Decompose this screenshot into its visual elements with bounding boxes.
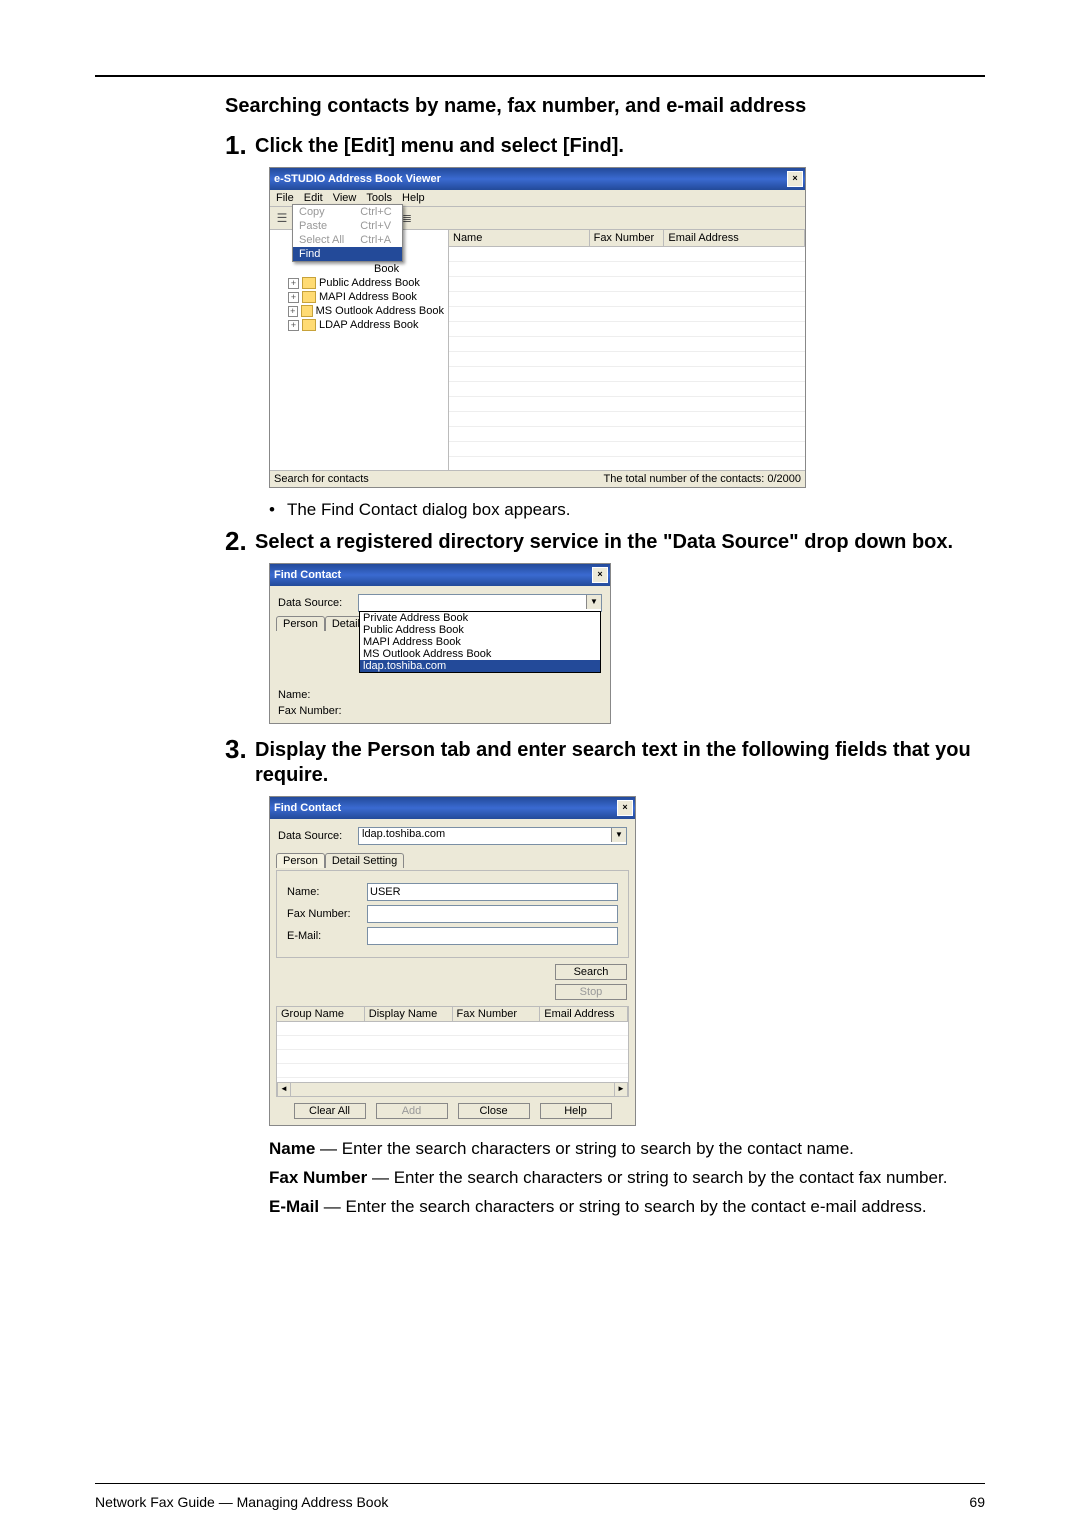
- tree-ldap[interactable]: LDAP Address Book: [319, 319, 418, 331]
- data-source-options[interactable]: Private Address Book Public Address Book…: [359, 611, 601, 673]
- step-1-number: 1.: [225, 132, 249, 158]
- fax-label: Fax Number:: [287, 908, 367, 920]
- def-name: Name — Enter the search characters or st…: [269, 1138, 985, 1161]
- data-source-label: Data Source:: [278, 597, 358, 609]
- footer-page-number: 69: [969, 1494, 985, 1510]
- tab-person[interactable]: Person: [276, 853, 325, 868]
- close-icon[interactable]: ×: [617, 800, 633, 816]
- addressbook-viewer-window: e-STUDIO Address Book Viewer × File Edit…: [269, 167, 806, 488]
- tree-msoutlook[interactable]: MS Outlook Address Book: [316, 305, 444, 317]
- def-email: E-Mail — Enter the search characters or …: [269, 1196, 985, 1219]
- window-title: Find Contact: [274, 802, 341, 814]
- col-display[interactable]: Display Name: [365, 1007, 453, 1021]
- menu-edit[interactable]: Edit: [304, 192, 323, 204]
- window-title: e-STUDIO Address Book Viewer: [274, 173, 441, 185]
- status-left: Search for contacts: [274, 473, 369, 485]
- name-input[interactable]: [367, 883, 618, 901]
- fax-input[interactable]: [367, 905, 618, 923]
- tree-mapi[interactable]: MAPI Address Book: [319, 291, 417, 303]
- menu-copy: Copy: [293, 205, 354, 219]
- page-footer: Network Fax Guide — Managing Address Boo…: [95, 1483, 985, 1510]
- horizontal-scrollbar[interactable]: ◄ ►: [276, 1083, 629, 1097]
- titlebar: Find Contact ×: [270, 797, 635, 819]
- close-button[interactable]: Close: [458, 1103, 530, 1119]
- tab-person[interactable]: Person: [276, 616, 325, 631]
- col-name[interactable]: Name: [449, 230, 590, 246]
- top-rule: [95, 75, 985, 77]
- menu-help[interactable]: Help: [402, 192, 425, 204]
- titlebar: e-STUDIO Address Book Viewer ×: [270, 168, 805, 190]
- menu-select-all: Select All: [293, 233, 354, 247]
- step-3-number: 3.: [225, 736, 249, 762]
- data-source-select[interactable]: ▼ Private Address Book Public Address Bo…: [358, 594, 602, 612]
- step-1: 1. Click the [Edit] menu and select [Fin…: [225, 132, 985, 159]
- menu-paste: Paste: [293, 219, 354, 233]
- name-label: Name:: [278, 689, 358, 701]
- step-1-text: Click the [Edit] menu and select [Find].: [255, 132, 624, 159]
- option-private[interactable]: Private Address Book: [360, 612, 600, 624]
- clear-all-button[interactable]: Clear All: [294, 1103, 366, 1119]
- col-email[interactable]: Email Address: [664, 230, 805, 246]
- scroll-left-icon[interactable]: ◄: [277, 1083, 291, 1096]
- tree-public[interactable]: Public Address Book: [319, 277, 420, 289]
- menu-view[interactable]: View: [333, 192, 357, 204]
- footer-left: Network Fax Guide — Managing Address Boo…: [95, 1494, 388, 1510]
- step-1-bullet: The Find Contact dialog box appears.: [269, 500, 985, 520]
- step-2-number: 2.: [225, 528, 249, 554]
- step-2: 2. Select a registered directory service…: [225, 528, 985, 555]
- window-title: Find Contact: [274, 569, 341, 581]
- titlebar: Find Contact ×: [270, 564, 610, 586]
- fax-label: Fax Number:: [278, 705, 358, 717]
- option-public[interactable]: Public Address Book: [360, 624, 600, 636]
- def-fax: Fax Number — Enter the search characters…: [269, 1167, 985, 1190]
- option-mapi[interactable]: MAPI Address Book: [360, 636, 600, 648]
- contacts-list: Name Fax Number Email Address: [449, 230, 805, 470]
- menu-tools[interactable]: Tools: [366, 192, 392, 204]
- col-email[interactable]: Email Address: [540, 1007, 628, 1021]
- tab-detail[interactable]: Detail Setting: [325, 853, 404, 868]
- chevron-down-icon[interactable]: ▼: [586, 595, 601, 609]
- chevron-down-icon[interactable]: ▼: [611, 828, 626, 842]
- name-label: Name:: [287, 886, 367, 898]
- results-header: Group Name Display Name Fax Number Email…: [276, 1006, 629, 1022]
- find-contact-dialog-small: Find Contact × Data Source: ▼ Private Ad…: [269, 563, 611, 724]
- email-label: E-Mail:: [287, 930, 367, 942]
- results-list: [276, 1022, 629, 1083]
- step-3-text: Display the Person tab and enter search …: [255, 736, 985, 788]
- data-source-label: Data Source:: [278, 830, 358, 842]
- help-button[interactable]: Help: [540, 1103, 612, 1119]
- option-msoutlook[interactable]: MS Outlook Address Book: [360, 648, 600, 660]
- close-icon[interactable]: ×: [592, 567, 608, 583]
- section-title: Searching contacts by name, fax number, …: [225, 95, 985, 118]
- scroll-right-icon[interactable]: ►: [614, 1083, 628, 1096]
- col-group[interactable]: Group Name: [277, 1007, 365, 1021]
- step-2-text: Select a registered directory service in…: [255, 528, 953, 555]
- option-ldap[interactable]: ldap.toshiba.com: [360, 660, 600, 672]
- col-fax[interactable]: Fax Number: [590, 230, 665, 246]
- email-input[interactable]: [367, 927, 618, 945]
- menu-find[interactable]: Find: [293, 247, 354, 261]
- new-icon[interactable]: ☰: [273, 209, 291, 227]
- col-fax[interactable]: Fax Number: [453, 1007, 541, 1021]
- menu-file[interactable]: File: [276, 192, 294, 204]
- status-right: The total number of the contacts: 0/2000: [603, 473, 801, 485]
- stop-button: Stop: [555, 984, 627, 1000]
- search-button[interactable]: Search: [555, 964, 627, 980]
- data-source-select[interactable]: ldap.toshiba.com ▼: [358, 827, 627, 845]
- address-book-tree[interactable]: -. ook Book +Public Address Book +MAPI A…: [270, 230, 449, 470]
- close-icon[interactable]: ×: [787, 171, 803, 187]
- find-contact-dialog-full: Find Contact × Data Source: ldap.toshiba…: [269, 796, 636, 1126]
- edit-dropdown: CopyCtrl+C PasteCtrl+V Select AllCtrl+A …: [292, 204, 403, 262]
- add-button: Add: [376, 1103, 448, 1119]
- step-3: 3. Display the Person tab and enter sear…: [225, 736, 985, 788]
- person-tab-panel: Name: Fax Number: E-Mail:: [276, 870, 629, 958]
